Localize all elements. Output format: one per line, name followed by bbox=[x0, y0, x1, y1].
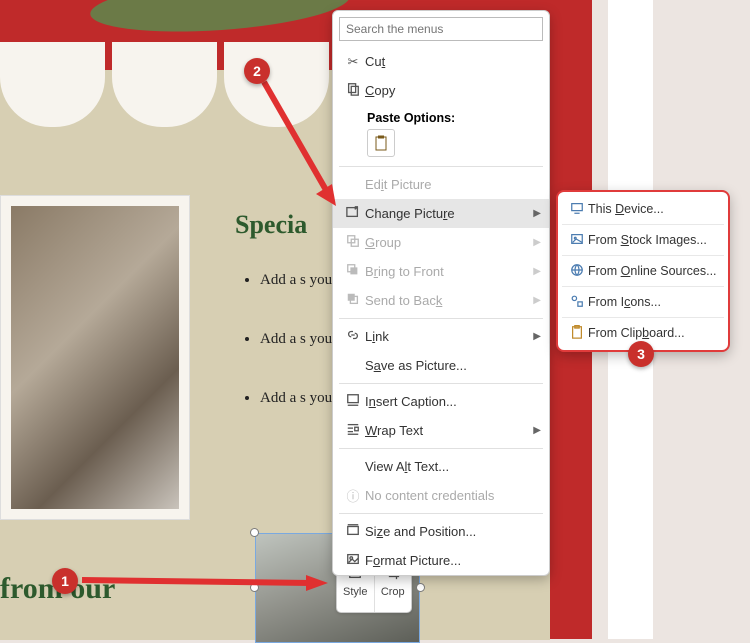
menu-label: Edit Picture bbox=[365, 177, 541, 192]
submenu-from-icons[interactable]: From Icons... bbox=[558, 288, 728, 316]
info-icon: ⓘ bbox=[341, 486, 365, 505]
photo-image bbox=[11, 206, 179, 509]
menu-insert-caption[interactable]: Insert Caption... bbox=[333, 387, 549, 416]
change-picture-submenu: This Device... From Stock Images... From… bbox=[556, 190, 730, 352]
submenu-stock-images[interactable]: From Stock Images... bbox=[558, 226, 728, 254]
menu-send-to-back: Send to Back ▶ bbox=[333, 286, 549, 315]
menu-label: Cut bbox=[365, 54, 541, 69]
menu-save-as-picture[interactable]: Save as Picture... bbox=[333, 351, 549, 380]
context-menu: ✂ Cut Copy Paste Options: Edit Picture C… bbox=[332, 10, 550, 576]
device-icon bbox=[566, 201, 588, 218]
menu-group: Group ▶ bbox=[333, 228, 549, 257]
menu-search-input[interactable] bbox=[339, 17, 543, 41]
stock-icon bbox=[566, 232, 588, 249]
menu-label: Size and Position... bbox=[365, 524, 541, 539]
callout-1: 1 bbox=[52, 568, 78, 594]
format-picture-icon bbox=[341, 552, 365, 569]
online-icon bbox=[566, 263, 588, 280]
submenu-label: From Stock Images... bbox=[588, 233, 720, 247]
menu-label: Wrap Text bbox=[365, 423, 533, 438]
clipboard-icon bbox=[566, 325, 588, 342]
submenu-label: From Clipboard... bbox=[588, 326, 720, 340]
submenu-this-device[interactable]: This Device... bbox=[558, 195, 728, 223]
resize-handle[interactable] bbox=[250, 528, 259, 537]
crop-label: Crop bbox=[381, 586, 405, 598]
style-label: Style bbox=[343, 586, 367, 598]
callout-2: 2 bbox=[244, 58, 270, 84]
bring-front-icon bbox=[341, 263, 365, 280]
submenu-online-sources[interactable]: From Online Sources... bbox=[558, 257, 728, 285]
menu-view-alt-text[interactable]: View Alt Text... bbox=[333, 452, 549, 481]
wrap-text-icon bbox=[341, 422, 365, 439]
link-icon bbox=[341, 328, 365, 345]
paste-options-label: Paste Options: bbox=[333, 105, 549, 127]
cut-icon: ✂ bbox=[341, 54, 365, 70]
menu-label: Copy bbox=[365, 83, 541, 98]
change-picture-icon bbox=[341, 205, 365, 222]
submenu-label: From Icons... bbox=[588, 295, 720, 309]
copy-icon bbox=[341, 82, 365, 99]
size-icon bbox=[341, 523, 365, 540]
menu-bring-to-front: Bring to Front ▶ bbox=[333, 257, 549, 286]
submenu-label: This Device... bbox=[588, 202, 720, 216]
submenu-arrow-icon: ▶ bbox=[533, 331, 541, 342]
submenu-arrow-icon: ▶ bbox=[533, 208, 541, 219]
menu-label: Insert Caption... bbox=[365, 394, 541, 409]
menu-change-picture[interactable]: Change Picture ▶ bbox=[333, 199, 549, 228]
resize-handle[interactable] bbox=[416, 583, 425, 592]
submenu-arrow-icon: ▶ bbox=[533, 425, 541, 436]
menu-link[interactable]: Link ▶ bbox=[333, 322, 549, 351]
paste-option-keep-source[interactable] bbox=[367, 129, 395, 157]
menu-label: Bring to Front bbox=[365, 264, 533, 279]
menu-label: Format Picture... bbox=[365, 553, 541, 568]
group-icon bbox=[341, 234, 365, 251]
menu-label: Save as Picture... bbox=[365, 358, 541, 373]
menu-label: Change Picture bbox=[365, 206, 533, 221]
menu-label: Send to Back bbox=[365, 293, 533, 308]
menu-copy[interactable]: Copy bbox=[333, 76, 549, 105]
menu-format-picture[interactable]: Format Picture... bbox=[333, 546, 549, 575]
icons-icon bbox=[566, 294, 588, 311]
menu-search bbox=[339, 17, 543, 41]
section-heading: Specia bbox=[235, 210, 307, 240]
menu-wrap-text[interactable]: Wrap Text ▶ bbox=[333, 416, 549, 445]
menu-label: No content credentials bbox=[365, 488, 541, 503]
resize-handle[interactable] bbox=[250, 583, 259, 592]
menu-label: Group bbox=[365, 235, 533, 250]
callout-3: 3 bbox=[628, 341, 654, 367]
send-back-icon bbox=[341, 292, 365, 309]
photo-placeholder-left[interactable] bbox=[0, 195, 190, 520]
submenu-label: From Online Sources... bbox=[588, 264, 720, 278]
menu-cut[interactable]: ✂ Cut bbox=[333, 47, 549, 76]
menu-label: View Alt Text... bbox=[365, 459, 541, 474]
menu-size-and-position[interactable]: Size and Position... bbox=[333, 517, 549, 546]
menu-content-credentials: ⓘ No content credentials bbox=[333, 481, 549, 510]
menu-edit-picture: Edit Picture bbox=[333, 170, 549, 199]
caption-icon bbox=[341, 393, 365, 410]
menu-label: Link bbox=[365, 329, 533, 344]
